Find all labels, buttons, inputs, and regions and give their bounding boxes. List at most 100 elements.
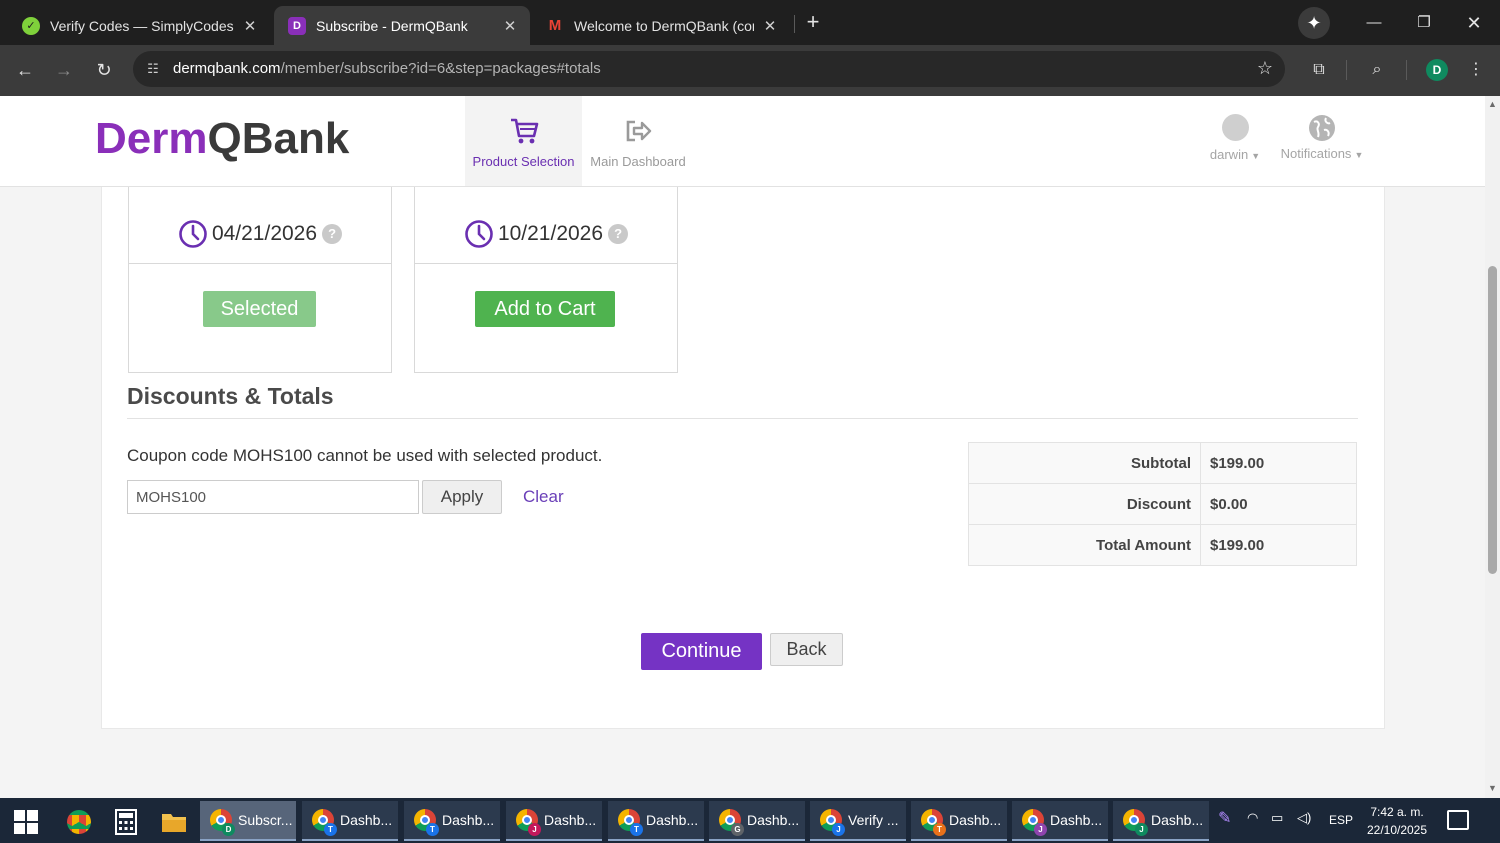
nav-product-selection[interactable]: Product Selection xyxy=(465,96,582,186)
subtotal-value: $199.00 xyxy=(1200,442,1357,484)
close-icon[interactable]: ✕ xyxy=(502,17,518,35)
close-window-icon[interactable]: ✕ xyxy=(1459,10,1489,36)
chrome-pinned-icon[interactable] xyxy=(62,805,96,839)
browser-tab-bar: ✓ Verify Codes — SimplyCodes ✕ D Subscri… xyxy=(0,0,1500,45)
profile-badge: T xyxy=(933,823,946,836)
tab-welcome-dermqbank[interactable]: M Welcome to DermQBank (confi ✕ xyxy=(532,6,790,45)
total-amount-value: $199.00 xyxy=(1200,524,1357,566)
sign-out-icon xyxy=(626,120,652,142)
taskbar-item[interactable]: D Subscr... xyxy=(200,801,296,841)
volume-icon[interactable]: ◁) xyxy=(1297,810,1311,826)
selected-button[interactable]: Selected xyxy=(203,291,316,327)
extensions-icon[interactable]: ⧉ xyxy=(1307,57,1331,83)
taskbar-item[interactable]: J Dashb... xyxy=(506,801,602,841)
task-label: Dashb... xyxy=(1050,812,1103,828)
scroll-up-icon[interactable]: ▲ xyxy=(1488,100,1497,109)
taskbar-item[interactable]: J Dashb... xyxy=(1012,801,1108,841)
clock-date: 22/10/2025 xyxy=(1366,823,1428,837)
continue-button[interactable]: Continue xyxy=(641,633,762,670)
expiry-date: 04/21/2026 xyxy=(211,221,318,245)
calculator-icon[interactable] xyxy=(109,805,143,839)
tab-divider xyxy=(794,15,795,33)
user-avatar-icon xyxy=(1221,114,1249,141)
windows-start-icon[interactable] xyxy=(14,810,38,834)
toolbar-divider xyxy=(1406,60,1407,80)
tab-label: Subscribe - DermQBank xyxy=(316,17,468,34)
bookmark-star-icon[interactable]: ☆ xyxy=(1257,58,1273,79)
close-icon[interactable]: ✕ xyxy=(762,17,778,35)
gemini-icon[interactable]: ✦ xyxy=(1298,7,1330,39)
task-label: Verify ... xyxy=(848,812,899,828)
battery-icon[interactable]: ▭ xyxy=(1271,810,1283,826)
task-label: Dashb... xyxy=(544,812,597,828)
system-clock[interactable]: 7:42 a. m. 22/10/2025 xyxy=(1361,803,1433,839)
clock-icon xyxy=(465,219,493,248)
url-path: /member/subscribe?id=6&step=packages#tot… xyxy=(280,60,601,77)
menu-kebab-icon[interactable]: ⋮ xyxy=(1464,57,1488,83)
profile-avatar[interactable]: D xyxy=(1426,59,1448,81)
taskbar-item[interactable]: J Verify ... xyxy=(810,801,906,841)
tab-search-icon[interactable]: ⌕ xyxy=(1365,57,1389,83)
profile-badge: T xyxy=(426,823,439,836)
profile-badge: J xyxy=(528,823,541,836)
logo-part-derm: Derm xyxy=(95,114,208,163)
browser-toolbar: ← → ↻ ☷ dermqbank.com/member/subscribe?i… xyxy=(0,45,1500,96)
notifications-label: Notifications xyxy=(1280,146,1352,161)
file-explorer-icon[interactable] xyxy=(157,805,191,839)
page-scrollbar[interactable]: ▲ ▼ xyxy=(1485,96,1500,798)
taskbar-item[interactable]: T Dashb... xyxy=(608,801,704,841)
tab-subscribe-dermqbank[interactable]: D Subscribe - DermQBank ✕ xyxy=(274,6,530,45)
help-icon[interactable]: ? xyxy=(608,223,629,244)
site-settings-icon[interactable]: ☷ xyxy=(143,59,163,79)
address-bar[interactable]: ☷ dermqbank.com/member/subscribe?id=6&st… xyxy=(133,51,1285,87)
dermqbank-icon: D xyxy=(288,16,306,35)
site-header: DermQBank Product Selection Main Dashboa… xyxy=(0,96,1485,187)
nav-main-dashboard[interactable]: Main Dashboard xyxy=(586,96,690,186)
profile-badge: G xyxy=(731,823,744,836)
scrollbar-thumb[interactable] xyxy=(1488,266,1497,574)
dermqbank-logo[interactable]: DermQBank xyxy=(95,114,349,164)
minimize-icon[interactable]: — xyxy=(1359,10,1389,36)
clear-coupon-link[interactable]: Clear xyxy=(523,487,564,507)
tab-label: Verify Codes — SimplyCodes xyxy=(50,17,234,34)
task-label: Dashb... xyxy=(747,812,800,828)
help-icon[interactable]: ? xyxy=(322,223,343,244)
user-menu[interactable]: darwin ▼ xyxy=(1205,114,1265,162)
coupon-code-input[interactable] xyxy=(127,480,419,514)
total-amount-label: Total Amount xyxy=(968,524,1201,566)
taskbar-item[interactable]: T Dashb... xyxy=(911,801,1007,841)
task-label: Dashb... xyxy=(1151,812,1204,828)
task-label: Dashb... xyxy=(340,812,393,828)
back-button[interactable]: Back xyxy=(770,633,843,666)
back-arrow-icon[interactable]: ← xyxy=(12,57,38,83)
notifications-menu[interactable]: Notifications ▼ xyxy=(1276,114,1368,161)
profile-badge: J xyxy=(832,823,845,836)
pen-icon[interactable]: ✎ xyxy=(1218,808,1231,828)
taskbar-item[interactable]: J Dashb... xyxy=(1113,801,1209,841)
totals-table: Subtotal $199.00 Discount $0.00 Total Am… xyxy=(968,442,1357,566)
url-text[interactable]: dermqbank.com/member/subscribe?id=6&step… xyxy=(173,60,601,77)
wifi-icon[interactable]: ◠ xyxy=(1247,810,1258,826)
clock-time: 7:42 a. m. xyxy=(1370,805,1424,819)
task-label: Dashb... xyxy=(442,812,495,828)
taskbar-item[interactable]: T Dashb... xyxy=(302,801,398,841)
language-indicator[interactable]: ESP xyxy=(1329,813,1353,827)
forward-arrow-icon[interactable]: → xyxy=(51,57,77,83)
new-tab-icon[interactable]: + xyxy=(803,10,823,34)
subtotal-label: Subtotal xyxy=(968,442,1201,484)
profile-badge: T xyxy=(630,823,643,836)
action-center-icon[interactable] xyxy=(1447,810,1469,830)
add-to-cart-button[interactable]: Add to Cart xyxy=(475,291,615,327)
taskbar-item[interactable]: T Dashb... xyxy=(404,801,500,841)
close-icon[interactable]: ✕ xyxy=(242,17,258,35)
section-title: Discounts & Totals xyxy=(127,383,334,409)
scroll-down-icon[interactable]: ▼ xyxy=(1488,784,1497,793)
tab-verify-codes[interactable]: ✓ Verify Codes — SimplyCodes ✕ xyxy=(8,6,270,45)
restore-icon[interactable]: ❐ xyxy=(1409,10,1439,36)
reload-icon[interactable]: ↻ xyxy=(91,57,117,83)
task-label: Dashb... xyxy=(949,812,1002,828)
chevron-down-icon: ▼ xyxy=(1251,151,1261,161)
clock-icon xyxy=(179,219,207,248)
apply-coupon-button[interactable]: Apply xyxy=(422,480,502,514)
taskbar-item[interactable]: G Dashb... xyxy=(709,801,805,841)
